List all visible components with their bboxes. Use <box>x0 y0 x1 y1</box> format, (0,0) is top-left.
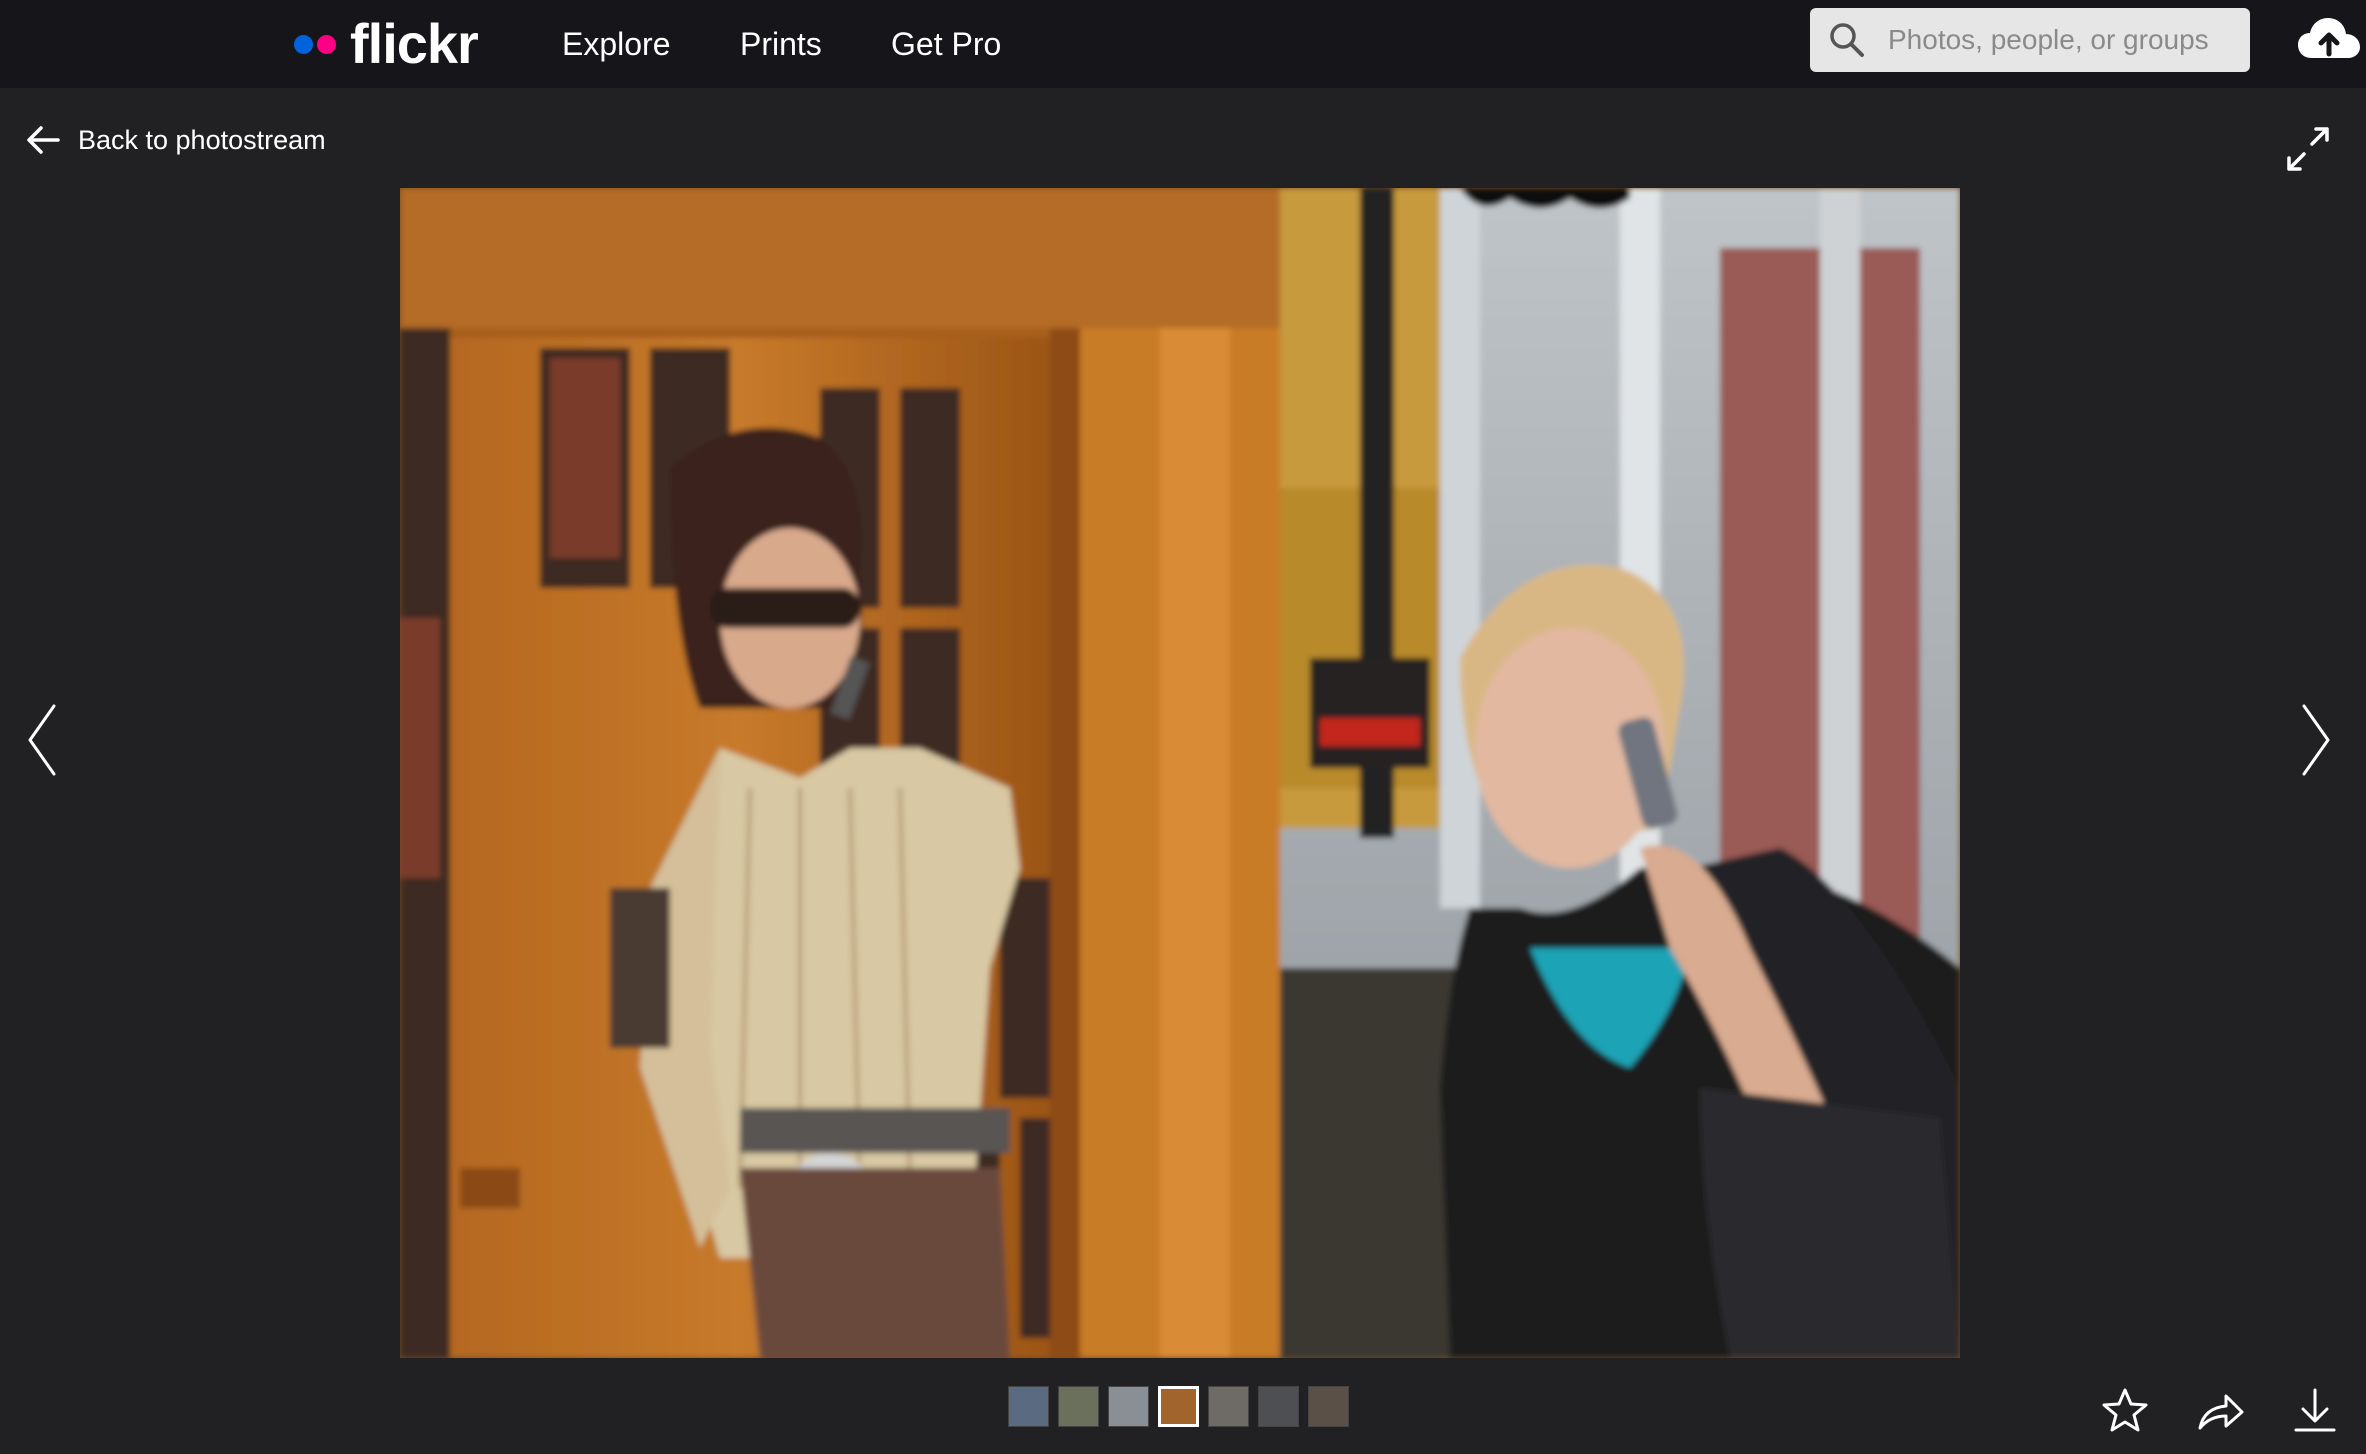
share-icon[interactable] <box>2196 1386 2246 1436</box>
search-icon <box>1830 23 1864 57</box>
filmstrip-thumbnail[interactable] <box>1008 1386 1049 1427</box>
back-to-photostream-link[interactable]: Back to photostream <box>26 118 326 162</box>
logo-blue-dot <box>294 34 313 54</box>
cloud-upload-icon[interactable] <box>2296 14 2362 66</box>
chevron-right-icon[interactable] <box>2296 700 2336 780</box>
top-navigation-bar: flickr Explore Prints Get Pro <box>0 0 2366 88</box>
filmstrip-thumbnail[interactable] <box>1258 1386 1299 1427</box>
logo-wordmark: flickr <box>350 12 479 75</box>
photo-image <box>400 188 1960 1358</box>
logo-dots <box>294 34 336 54</box>
star-icon[interactable] <box>2100 1386 2150 1436</box>
download-icon[interactable] <box>2290 1386 2340 1436</box>
filmstrip <box>1008 1386 1349 1427</box>
chevron-left-icon[interactable] <box>22 700 62 780</box>
filmstrip-thumbnail[interactable] <box>1308 1386 1349 1427</box>
search-box[interactable] <box>1810 8 2250 72</box>
nav-explore[interactable]: Explore <box>562 20 671 68</box>
filmstrip-thumbnail[interactable] <box>1208 1386 1249 1427</box>
filmstrip-thumbnail[interactable] <box>1108 1386 1149 1427</box>
flickr-logo[interactable]: flickr <box>294 8 479 80</box>
filmstrip-thumbnail-current[interactable] <box>1158 1386 1199 1427</box>
logo-pink-dot <box>317 34 336 54</box>
nav-prints[interactable]: Prints <box>740 20 822 68</box>
arrow-left-icon <box>27 126 60 154</box>
filmstrip-thumbnail[interactable] <box>1058 1386 1099 1427</box>
fullscreen-expand-icon[interactable] <box>2286 126 2330 172</box>
nav-get-pro[interactable]: Get Pro <box>891 20 1001 68</box>
main-photo[interactable] <box>400 188 1960 1358</box>
search-input[interactable] <box>1886 16 2226 64</box>
back-label: Back to photostream <box>78 124 326 155</box>
